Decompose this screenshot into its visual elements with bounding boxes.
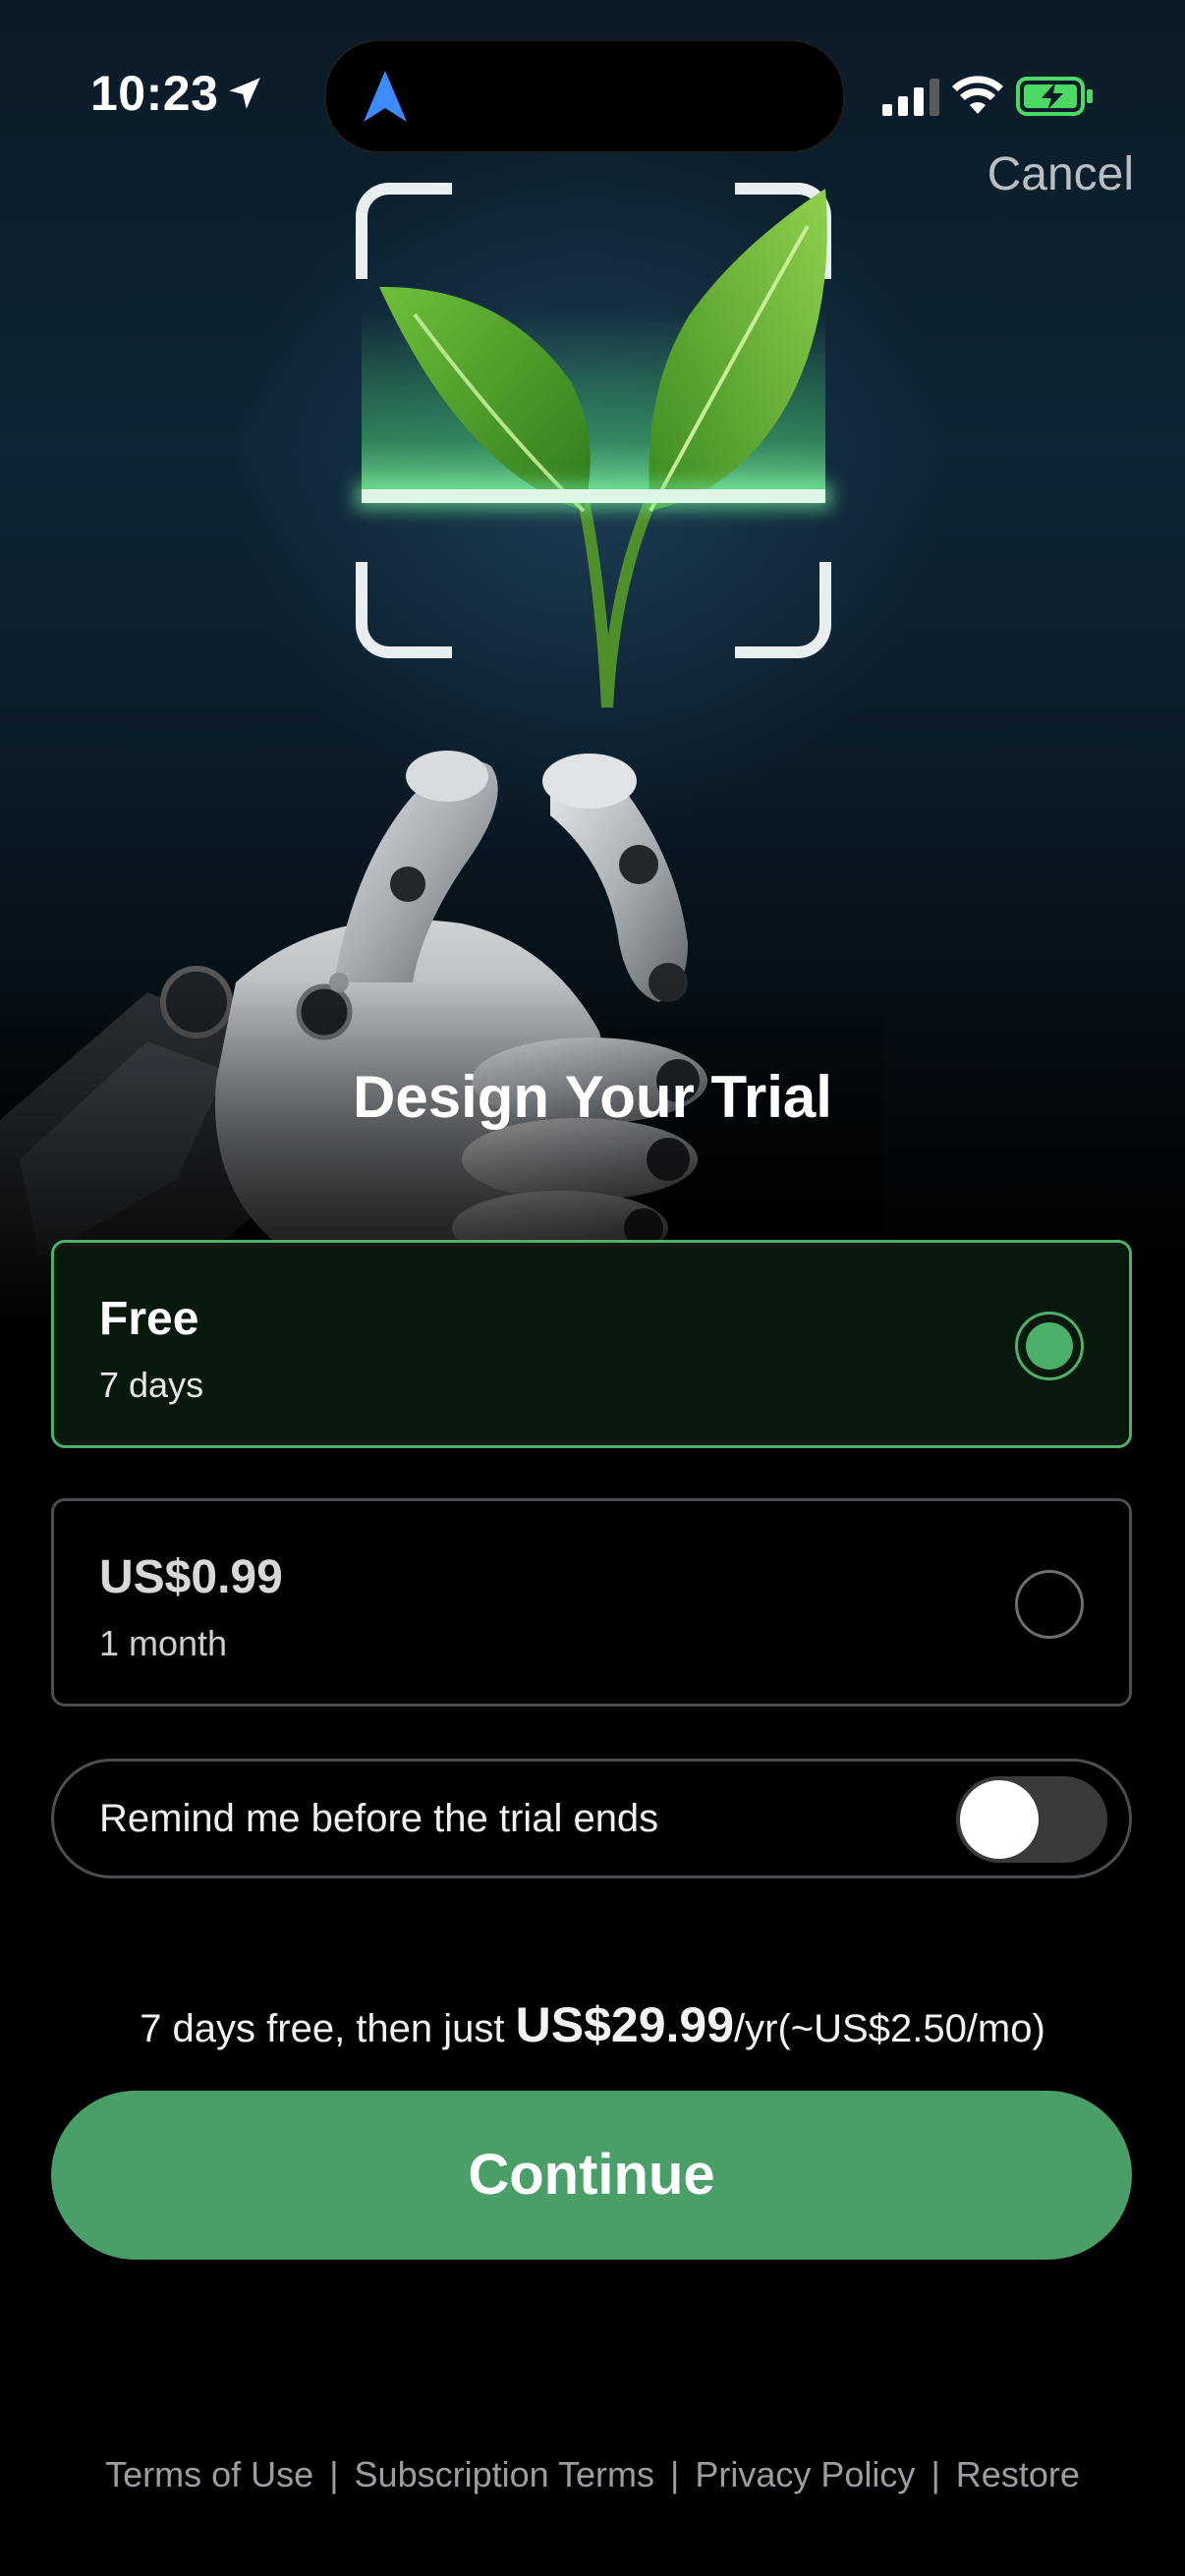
pricing-suffix: /yr(~US$2.50/mo): [734, 2007, 1045, 2050]
scan-line: [362, 489, 825, 503]
subscription-terms-link[interactable]: Subscription Terms: [355, 2454, 654, 2494]
radio-unselected-icon[interactable]: [1015, 1570, 1084, 1639]
footer-links: Terms of Use | Subscription Terms | Privacy …: [0, 2454, 1185, 2495]
plan-option-paid[interactable]: US$0.99 1 month: [51, 1498, 1132, 1707]
footer-separator: |: [670, 2454, 680, 2494]
plan-duration: 7 days: [99, 1365, 204, 1405]
reminder-row: Remind me before the trial ends: [51, 1759, 1132, 1878]
footer-separator: |: [329, 2454, 339, 2494]
navigation-icon: [364, 71, 407, 122]
location-arrow-icon: [229, 78, 260, 109]
reminder-label: Remind me before the trial ends: [99, 1797, 659, 1840]
privacy-policy-link[interactable]: Privacy Policy: [695, 2454, 915, 2494]
wifi-icon: [952, 76, 1003, 114]
page-title: Design Your Trial: [353, 1064, 832, 1130]
plan-duration: 1 month: [99, 1623, 228, 1663]
status-time: 10:23: [90, 66, 219, 121]
pricing-summary: 7 days free, then just US$29.99/yr(~US$2…: [0, 1996, 1185, 2053]
plan-option-free[interactable]: Free 7 days: [51, 1240, 1132, 1448]
plant-sprout-illustration: [379, 189, 827, 708]
plan-title: US$0.99: [99, 1551, 283, 1603]
cancel-button[interactable]: Cancel: [988, 147, 1134, 201]
terms-of-use-link[interactable]: Terms of Use: [105, 2454, 313, 2494]
pricing-price: US$29.99: [515, 1997, 735, 2052]
reminder-toggle[interactable]: [956, 1776, 1107, 1863]
restore-link[interactable]: Restore: [956, 2454, 1080, 2494]
continue-button[interactable]: Continue: [51, 2091, 1132, 2260]
dynamic-island: [324, 39, 845, 153]
footer-separator: |: [931, 2454, 940, 2494]
pricing-prefix: 7 days free, then just: [140, 2007, 516, 2050]
plan-title: Free: [99, 1293, 199, 1345]
radio-selected-icon[interactable]: [1015, 1312, 1084, 1380]
toggle-knob: [960, 1780, 1039, 1859]
cellular-signal-icon: [882, 79, 939, 116]
battery-charging-icon: [1016, 77, 1093, 116]
